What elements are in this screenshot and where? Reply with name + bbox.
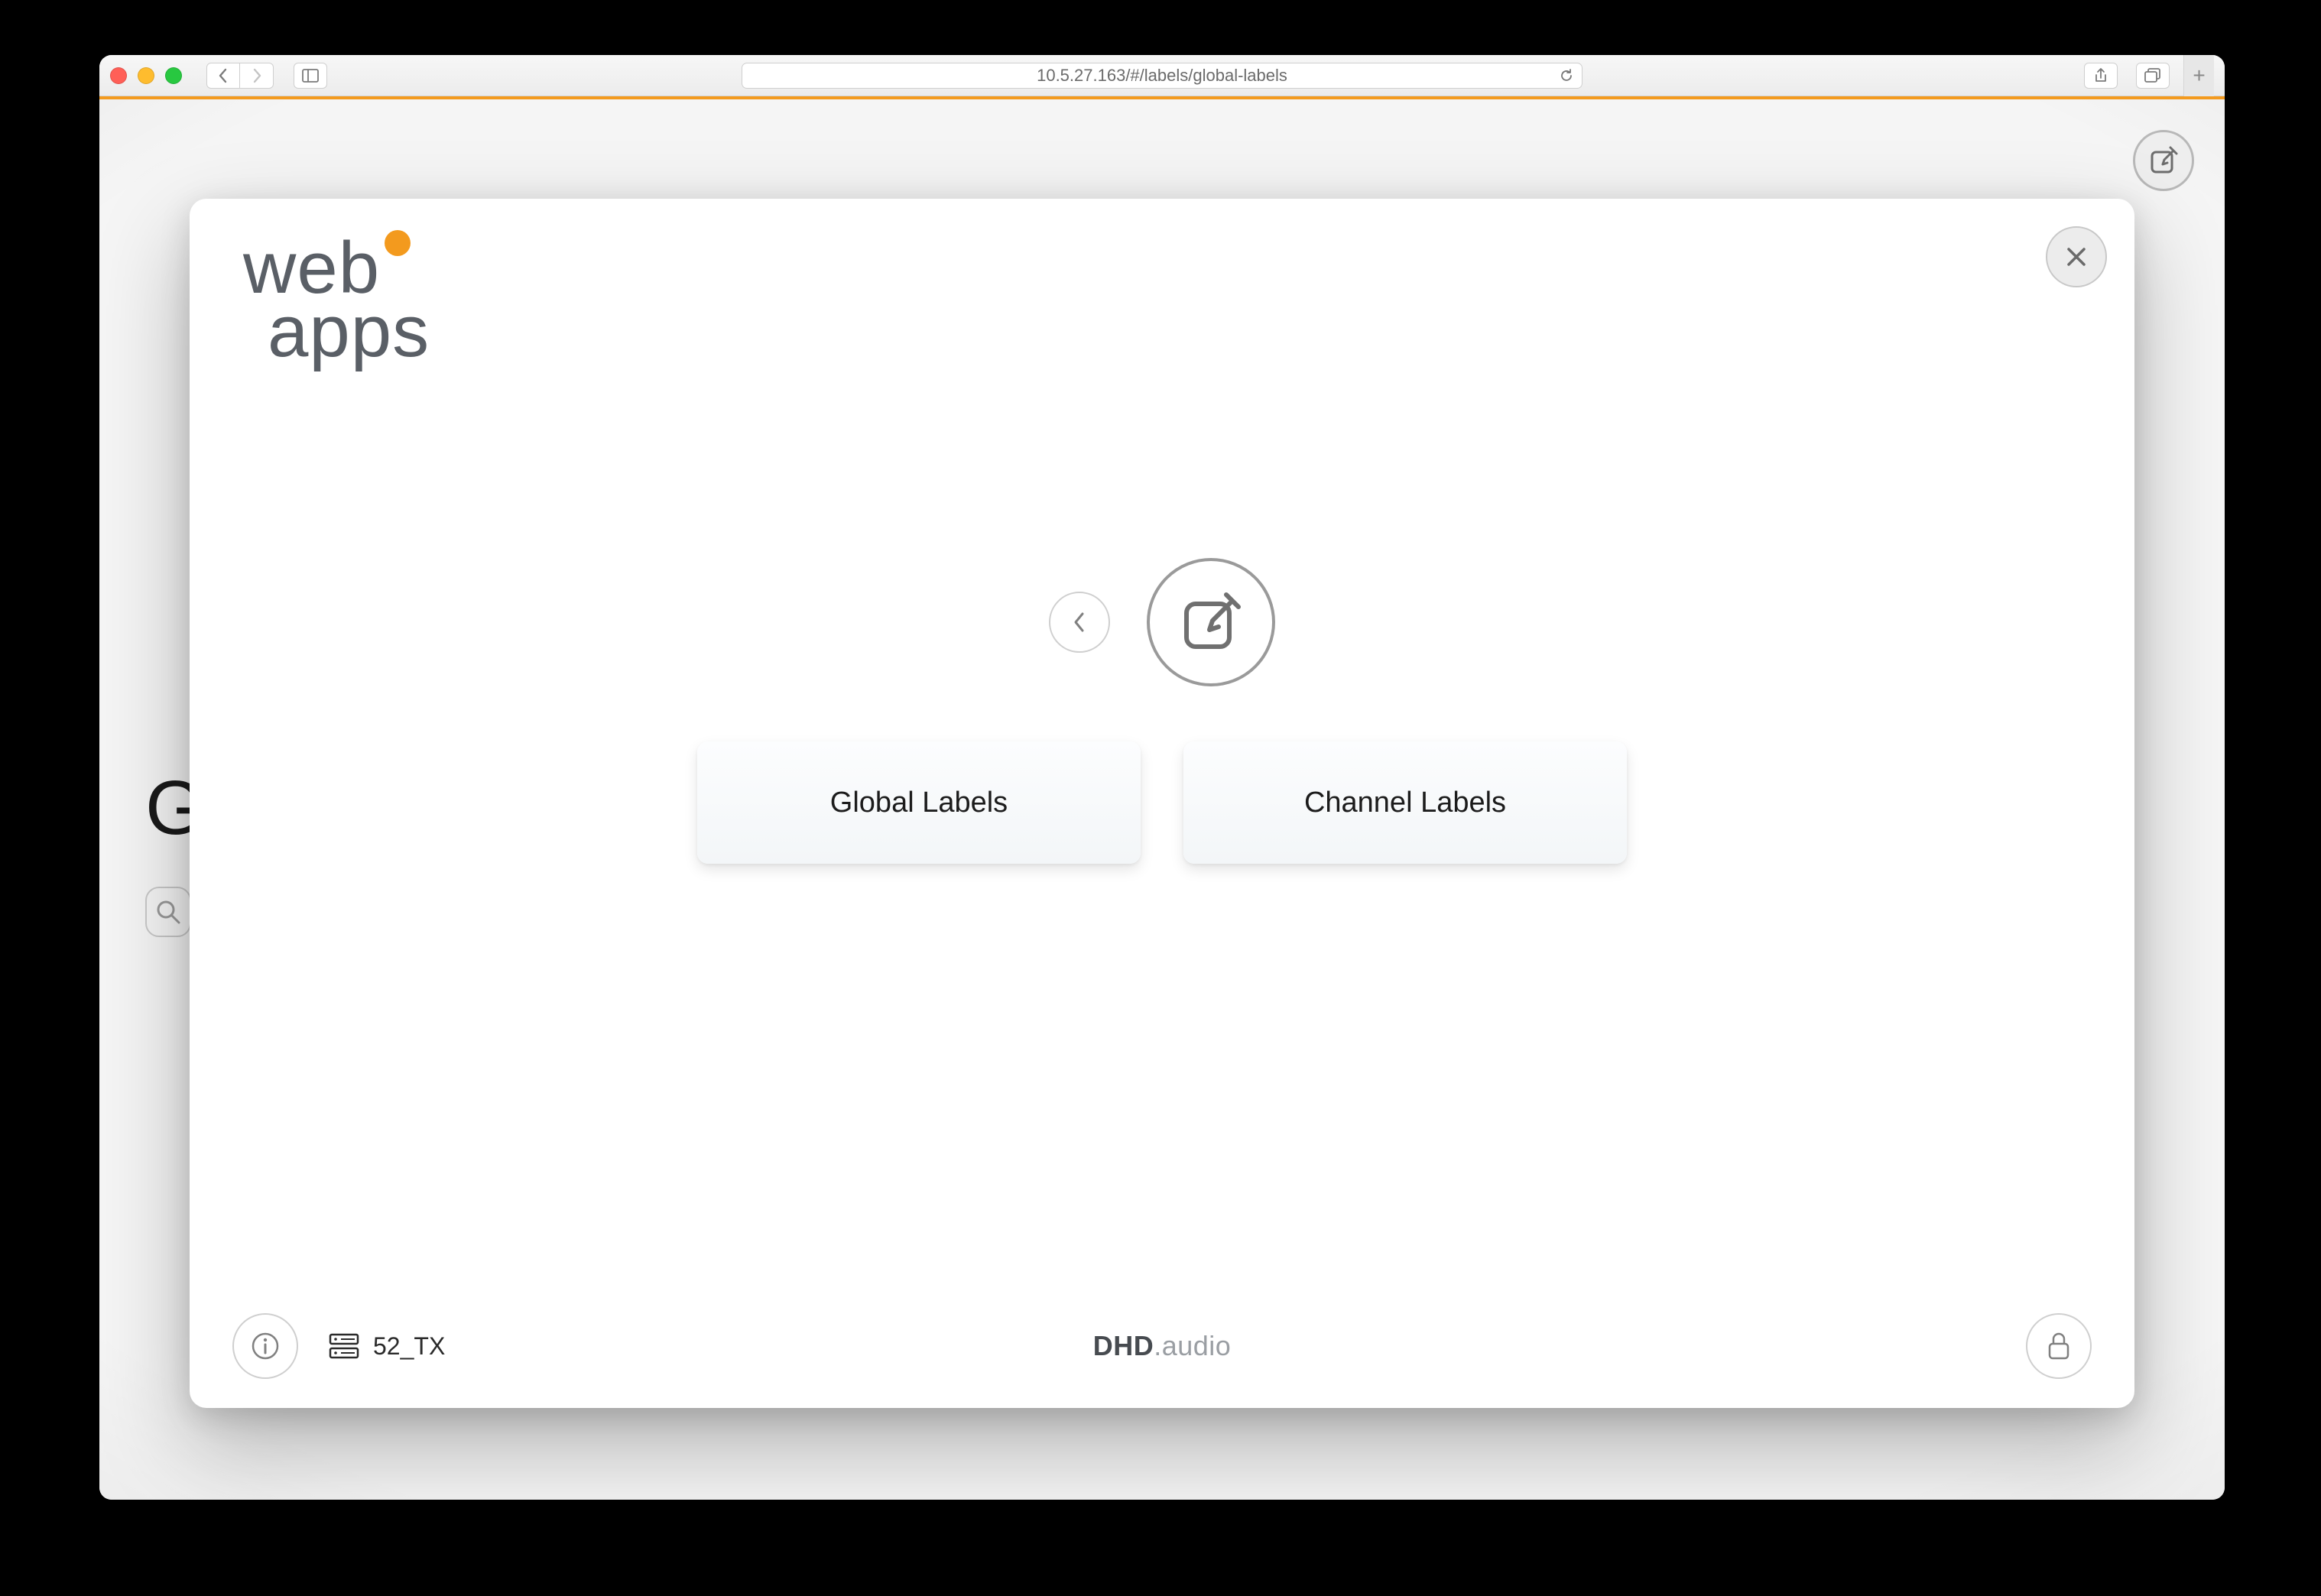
window-zoom-button[interactable] [165,67,182,84]
chevron-left-icon [1071,611,1088,634]
labels-section-icon [1147,558,1275,686]
card-channel-labels[interactable]: Channel Labels [1183,741,1627,864]
sidebar-toggle-button[interactable] [294,63,327,89]
nav-back-button[interactable] [1049,592,1110,653]
reload-icon [1559,68,1574,83]
close-button[interactable] [2046,226,2107,287]
address-bar[interactable]: 10.5.27.163/#/labels/global-labels [742,63,1582,89]
lock-icon [2046,1331,2072,1361]
app-menu-modal: web apps Global Labels Ch [190,199,2134,1408]
toolbar-right: + [2075,55,2214,96]
logo-dot-icon [385,230,411,256]
share-icon [2094,67,2108,84]
browser-titlebar: 10.5.27.163/#/labels/global-labels + [99,55,2225,96]
plus-icon: + [2193,63,2205,88]
tabs-icon [2144,68,2161,83]
share-button[interactable] [2084,63,2118,89]
back-button[interactable] [206,63,240,89]
card-global-labels[interactable]: Global Labels [697,741,1141,864]
reload-button[interactable] [1559,68,1574,83]
window-controls [110,67,182,84]
info-button[interactable] [232,1313,298,1379]
webapps-logo: web apps [243,238,430,365]
card-label: Channel Labels [1304,787,1506,819]
window-minimize-button[interactable] [138,67,154,84]
device-indicator: 52_TX [329,1332,445,1361]
sidebar-icon [302,69,319,83]
modal-footer: 52_TX DHD.audio [190,1312,2134,1380]
logo-text-line2: apps [268,299,430,365]
brand-bold: DHD [1093,1330,1154,1361]
close-icon [2064,245,2089,269]
brand-label: DHD.audio [1093,1330,1232,1362]
edit-icon [2147,144,2180,177]
address-bar-url: 10.5.27.163/#/labels/global-labels [1037,66,1287,86]
tabs-button[interactable] [2136,63,2170,89]
menu-cards: Global Labels Channel Labels [697,741,1627,864]
info-icon [250,1331,281,1361]
lock-button[interactable] [2026,1313,2092,1379]
browser-window: 10.5.27.163/#/labels/global-labels + [99,55,2225,1500]
new-tab-button[interactable]: + [2183,55,2214,96]
device-icon [329,1333,359,1359]
device-name: 52_TX [373,1332,445,1361]
card-label: Global Labels [830,787,1008,819]
nav-buttons [206,63,274,89]
page-content: G web apps [99,99,2225,1500]
background-search-field[interactable] [145,887,191,937]
chevron-left-icon [218,68,229,83]
brand-light: .audio [1154,1330,1231,1361]
window-close-button[interactable] [110,67,127,84]
search-icon [155,899,181,925]
background-edit-button[interactable] [2133,130,2194,191]
chevron-right-icon [252,68,262,83]
section-header-row [1049,558,1275,686]
forward-button[interactable] [240,63,274,89]
edit-icon [1176,587,1246,657]
